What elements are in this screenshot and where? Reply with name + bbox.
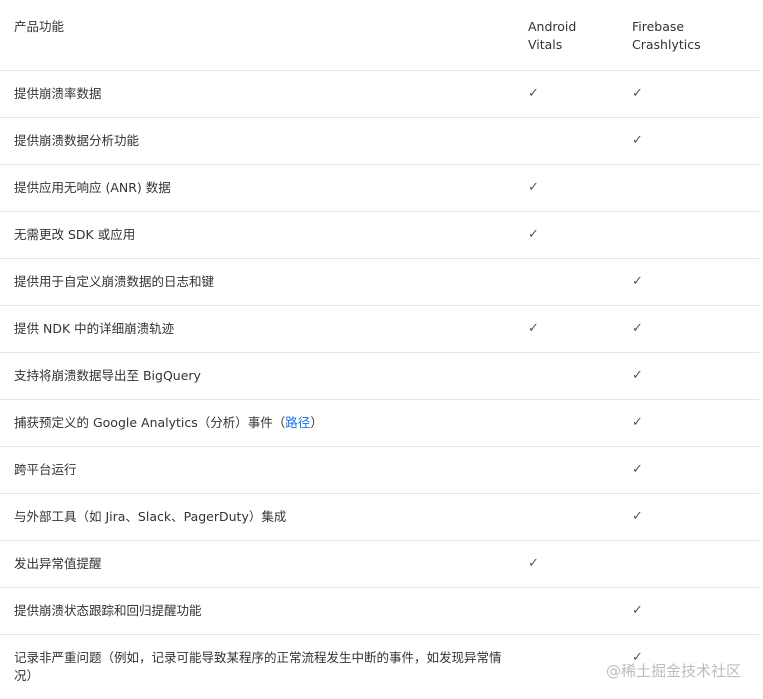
feature-column-header: 产品功能 [14, 19, 65, 34]
android-vitals-column-header: Android Vitals [528, 19, 577, 52]
check-icon: ✓ [528, 556, 539, 571]
check-icon: ✓ [632, 86, 643, 101]
check-icon: ✓ [528, 227, 539, 242]
table-header-row: 产品功能 Android Vitals Firebase Crashlytics [0, 0, 759, 71]
table-row: 提供崩溃率数据 ✓ ✓ [0, 71, 759, 118]
table-row: 跨平台运行 ✓ [0, 447, 759, 494]
feature-label-suffix: ） [310, 415, 323, 430]
table-row: 支持将崩溃数据导出至 BigQuery ✓ [0, 353, 759, 400]
table-row: 提供应用无响应 (ANR) 数据 ✓ [0, 165, 759, 212]
table-row: 提供用于自定义崩溃数据的日志和键 ✓ [0, 259, 759, 306]
check-icon: ✓ [528, 321, 539, 336]
feature-label: 捕获预定义的 Google Analytics（分析）事件（路径） [14, 414, 323, 432]
check-icon: ✓ [632, 274, 643, 289]
feature-label: 提供用于自定义崩溃数据的日志和键 [14, 274, 215, 289]
feature-label: 无需更改 SDK 或应用 [14, 227, 136, 242]
feature-label: 提供崩溃率数据 [14, 86, 102, 101]
table-row: 与外部工具（如 Jira、Slack、PagerDuty）集成 ✓ [0, 494, 759, 541]
check-icon: ✓ [632, 603, 643, 618]
feature-label: 提供崩溃数据分析功能 [14, 133, 140, 148]
check-icon: ✓ [632, 321, 643, 336]
feature-label: 发出异常值提醒 [14, 556, 102, 571]
check-icon: ✓ [632, 415, 643, 430]
comparison-table: 产品功能 Android Vitals Firebase Crashlytics… [0, 0, 759, 697]
check-icon: ✓ [632, 509, 643, 524]
feature-label-prefix: 捕获预定义的 Google Analytics（分析）事件（ [14, 415, 286, 430]
table-row: 提供崩溃状态跟踪和回归提醒功能 ✓ [0, 588, 759, 635]
check-icon: ✓ [528, 180, 539, 195]
feature-label: 与外部工具（如 Jira、Slack、PagerDuty）集成 [14, 509, 287, 524]
firebase-crashlytics-column-header: Firebase Crashlytics [632, 19, 701, 52]
table-row: 发出异常值提醒 ✓ [0, 541, 759, 588]
feature-label: 记录非严重问题（例如，记录可能导致某程序的正常流程发生中断的事件，如发现异常情况… [14, 650, 502, 683]
table-row: 无需更改 SDK 或应用 ✓ [0, 212, 759, 259]
feature-label: 提供 NDK 中的详细崩溃轨迹 [14, 321, 175, 336]
check-icon: ✓ [632, 462, 643, 477]
feature-label: 跨平台运行 [14, 462, 77, 477]
watermark: @稀土掘金技术社区 [605, 662, 741, 680]
check-icon: ✓ [632, 133, 643, 148]
feature-label: 支持将崩溃数据导出至 BigQuery [14, 368, 201, 383]
check-icon: ✓ [632, 368, 643, 383]
feature-label: 提供崩溃状态跟踪和回归提醒功能 [14, 603, 202, 618]
check-icon: ✓ [528, 86, 539, 101]
table-row: 提供崩溃数据分析功能 ✓ [0, 118, 759, 165]
table-row: 捕获预定义的 Google Analytics（分析）事件（路径） ✓ [0, 400, 759, 447]
paths-link[interactable]: 路径 [285, 415, 310, 430]
table-row: 提供 NDK 中的详细崩溃轨迹 ✓ ✓ [0, 306, 759, 353]
feature-label: 提供应用无响应 (ANR) 数据 [14, 180, 171, 195]
